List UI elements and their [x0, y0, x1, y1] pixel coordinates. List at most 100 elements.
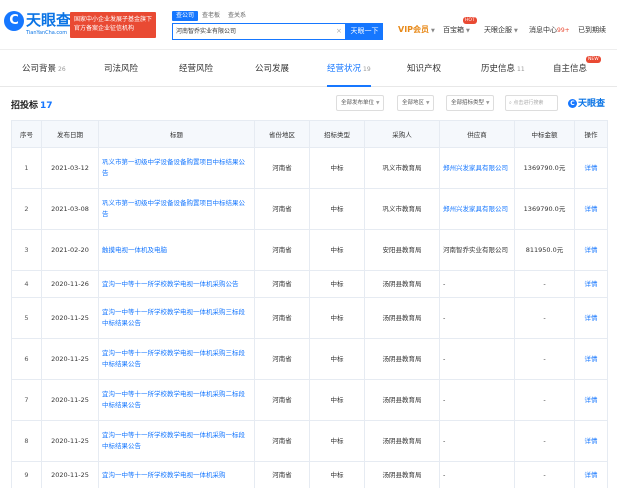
tab-business-status[interactable]: 经营状况 19: [327, 51, 371, 87]
cell-title-link[interactable]: 宜沟一中等十一所学校教学电视一体机采购二标段中标结果公告: [98, 379, 255, 421]
cell-title-link[interactable]: 宜沟一中等十一所学校教学电视一体机采购三标段中标结果公告: [98, 297, 255, 339]
section-title: 招投标 17: [11, 98, 53, 111]
cell-date: 2020-11-25: [41, 420, 99, 462]
detail-link[interactable]: 详情: [574, 270, 608, 298]
search-tab-company[interactable]: 查公司: [172, 11, 199, 21]
cell-amount: -: [514, 297, 575, 339]
nav-baibao[interactable]: 百宝箱 ▼: [443, 24, 470, 37]
cell-supplier-link[interactable]: 郑州兴发家具有限公司: [439, 188, 515, 230]
col-header-region: 省份地区: [254, 120, 310, 148]
search-button[interactable]: 天眼一下: [346, 23, 383, 40]
tab-company-development[interactable]: 公司发展: [255, 51, 289, 87]
cell-type: 中标: [309, 188, 365, 230]
cell-index: 3: [11, 229, 42, 271]
cell-title-link[interactable]: 宜沟一中等十一所学校教学电视一体机采购: [98, 461, 255, 488]
nav-qiye-label: 天眼企服: [484, 26, 512, 34]
col-header-supplier: 供应商: [439, 120, 515, 148]
table-row: 2 2021-03-08 巩义市第一初级中学设备设备购置项目中标结果公告 河南省…: [11, 188, 608, 230]
logo-mark-icon: C: [4, 11, 24, 31]
cell-region: 河南省: [254, 188, 310, 230]
detail-link[interactable]: 详情: [574, 229, 608, 271]
detail-link[interactable]: 详情: [574, 297, 608, 339]
tab-intellectual-property[interactable]: 知识产权: [407, 51, 441, 87]
promo-banner[interactable]: 国家中小企业发展子基金旗下官方备案企业征信机构: [70, 12, 156, 38]
cell-index: 5: [11, 297, 42, 339]
chevron-down-icon: ▼: [486, 101, 490, 106]
search-tab-relation[interactable]: 查关系: [224, 11, 250, 21]
tab-history[interactable]: 历史信息 11: [481, 51, 525, 87]
tab-self-info[interactable]: 自主信息: [553, 51, 587, 87]
cell-title-link[interactable]: 宜沟一中等十一所学校教学电视一体机采购一标段中标结果公告: [98, 420, 255, 462]
detail-link[interactable]: 详情: [574, 379, 608, 421]
cell-supplier: -: [439, 297, 515, 339]
col-header-date[interactable]: 发布日期: [41, 120, 99, 148]
filter-region[interactable]: 全部地区 ▼: [397, 95, 435, 111]
col-header-amount[interactable]: 中标金额: [514, 120, 575, 148]
cell-index: 9: [11, 461, 42, 488]
cell-region: 河南省: [254, 270, 310, 298]
cell-supplier-link[interactable]: 郑州兴发家具有限公司: [439, 147, 515, 189]
nav-message-center[interactable]: 消息中心99+: [529, 24, 570, 37]
site-logo[interactable]: C 天眼查 TianYanCha.com: [4, 8, 71, 42]
tab-business-risk[interactable]: 经营风险: [179, 51, 213, 87]
top-header: C 天眼查 TianYanCha.com 国家中小企业发展子基金旗下官方备案企业…: [0, 0, 617, 50]
detail-link[interactable]: 详情: [574, 188, 608, 230]
cell-date: 2020-11-25: [41, 461, 99, 488]
cell-buyer: 汤阴县教育局: [364, 461, 440, 488]
table-row: 4 2020-11-26 宜沟一中等十一所学校教学电视一体机采购公告 河南省 中…: [11, 270, 608, 298]
cell-amount: -: [514, 270, 575, 298]
cell-title-link[interactable]: 触摸电视一体机及电脑: [98, 229, 255, 271]
col-header-index: 序号: [11, 120, 42, 148]
cell-date: 2020-11-25: [41, 297, 99, 339]
detail-link[interactable]: 详情: [574, 420, 608, 462]
chevron-down-icon: ▼: [431, 28, 435, 34]
filter-bid-type[interactable]: 全部招标类型 ▼: [446, 95, 495, 111]
search-type-tabs: 查公司 查老板 查关系: [172, 11, 250, 21]
table-row: 3 2021-02-20 触摸电视一体机及电脑 河南省 中标 安阳县教育局 河南…: [11, 229, 608, 271]
col-header-action: 操作: [574, 120, 608, 148]
main-tabs: 公司背景 26 司法风险 经营风险 公司发展 经营状况 19 知识产权 历史信息 11…: [0, 51, 617, 87]
cell-region: 河南省: [254, 297, 310, 339]
cell-date: 2021-03-12: [41, 147, 99, 189]
cell-title-link[interactable]: 宜沟一中等十一所学校教学电视一体机采购三标段中标结果公告: [98, 338, 255, 380]
cell-region: 河南省: [254, 147, 310, 189]
clear-icon[interactable]: ×: [336, 23, 342, 40]
detail-link[interactable]: 详情: [574, 338, 608, 380]
search-tab-boss[interactable]: 查老板: [198, 11, 224, 21]
nav-user[interactable]: 已到期续: [578, 24, 606, 36]
tab-company-background[interactable]: 公司背景 26: [22, 51, 66, 87]
chevron-down-icon: ▼: [426, 101, 430, 106]
cell-type: 中标: [309, 270, 365, 298]
filter-label: 全部发布单位: [341, 100, 375, 106]
tab-count: 11: [517, 66, 525, 73]
cell-index: 7: [11, 379, 42, 421]
nav-qiye[interactable]: 天眼企服 ▼: [484, 24, 518, 37]
detail-link[interactable]: 详情: [574, 147, 608, 189]
table-row: 7 2020-11-25 宜沟一中等十一所学校教学电视一体机采购二标段中标结果公…: [11, 379, 608, 421]
cell-amount: -: [514, 338, 575, 380]
tab-legal-risk[interactable]: 司法风险: [104, 51, 138, 87]
cell-supplier: -: [439, 379, 515, 421]
brand-text: 天眼查: [578, 99, 606, 109]
filter-publishing-unit[interactable]: 全部发布单位 ▼: [336, 95, 385, 111]
table-row: 5 2020-11-25 宜沟一中等十一所学校教学电视一体机采购三标段中标结果公…: [11, 297, 608, 339]
cell-title-link[interactable]: 巩义市第一初级中学设备设备购置项目中标结果公告: [98, 147, 255, 189]
cell-region: 河南省: [254, 229, 310, 271]
cell-region: 河南省: [254, 379, 310, 421]
detail-link[interactable]: 详情: [574, 461, 608, 488]
tab-count: 19: [363, 66, 371, 73]
vip-menu[interactable]: VIP会员 ▼: [398, 24, 435, 37]
cell-type: 中标: [309, 338, 365, 380]
new-badge: NEW: [586, 56, 601, 63]
cell-supplier: 河南智乔实业有限公司: [439, 229, 515, 271]
cell-title-link[interactable]: 宜沟一中等十一所学校教学电视一体机采购公告: [98, 270, 255, 298]
filter-label: 全部招标类型: [451, 100, 485, 106]
hot-badge: HOT: [463, 17, 477, 24]
cell-amount: -: [514, 420, 575, 462]
cell-date: 2020-11-25: [41, 379, 99, 421]
cell-title-link[interactable]: 巩义市第一初级中学设备设备购置项目中标结果公告: [98, 188, 255, 230]
nav-message-label: 消息中心: [529, 26, 557, 34]
search-input[interactable]: 河南智乔实业有限公司: [172, 23, 346, 40]
section-search-input[interactable]: ⌕ 点击进行搜索: [505, 95, 558, 111]
section-brand: C 天眼查: [568, 96, 605, 109]
